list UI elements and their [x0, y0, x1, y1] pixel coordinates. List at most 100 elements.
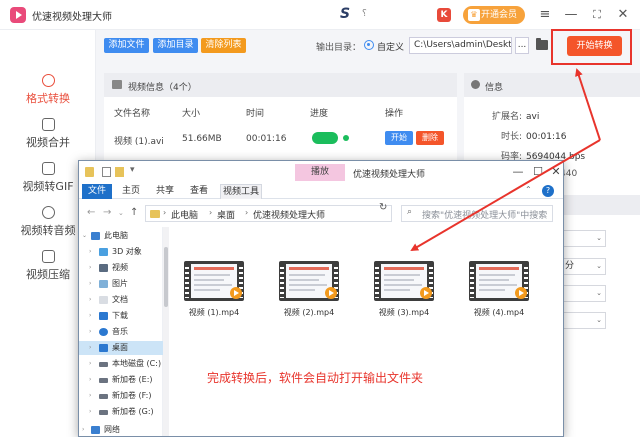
- tree-label: 网络: [104, 425, 120, 434]
- explorer-title: 优速视频处理大师: [353, 170, 426, 180]
- tree-item-drive-f[interactable]: › 新加卷 (F:): [79, 389, 163, 403]
- file-item-3[interactable]: 视频 (3).mp4: [364, 261, 444, 321]
- explorer-close-icon[interactable]: ✕: [549, 164, 563, 180]
- expand-arrow-icon[interactable]: ›: [89, 341, 91, 355]
- tree-item-drive-c[interactable]: › 本地磁盘 (C:): [79, 357, 163, 371]
- tree-item-downloads[interactable]: › 下载: [79, 309, 163, 323]
- k-badge-icon[interactable]: K: [437, 8, 451, 22]
- row-delete-button[interactable]: 删除: [416, 131, 444, 145]
- forward-icon[interactable]: →: [103, 207, 111, 218]
- explorer-minimize-icon[interactable]: —: [511, 164, 525, 180]
- clear-list-button[interactable]: 清除列表: [201, 38, 246, 53]
- maximize-icon[interactable]: ⛶: [588, 5, 606, 25]
- breadcrumb-desktop[interactable]: 桌面: [217, 208, 235, 221]
- vip-button[interactable]: ♛ 开通会员: [463, 6, 525, 24]
- expand-arrow-icon[interactable]: ›: [89, 357, 91, 371]
- expand-arrow-icon[interactable]: ›: [89, 245, 91, 259]
- tree-label: 新加卷 (G:): [112, 407, 154, 416]
- thumbnail-line: [194, 284, 232, 286]
- setting-select-4[interactable]: ⌄: [560, 312, 606, 329]
- file-item-4[interactable]: 视频 (4).mp4: [459, 261, 539, 321]
- expand-arrow-icon[interactable]: ›: [89, 389, 91, 403]
- expand-arrow-icon[interactable]: ›: [89, 309, 91, 323]
- start-convert-button[interactable]: 开始转换: [567, 36, 622, 56]
- setting-select-1[interactable]: ⌄: [560, 230, 606, 247]
- refresh-icon[interactable]: ↻: [379, 202, 387, 213]
- tree-item-drive-e[interactable]: › 新加卷 (E:): [79, 373, 163, 387]
- video-thumbnail: [374, 261, 434, 301]
- expand-arrow-icon[interactable]: ›: [82, 423, 84, 436]
- quick-folder-icon[interactable]: [85, 167, 94, 177]
- menu-icon[interactable]: ≡: [536, 5, 554, 25]
- tab-view[interactable]: 查看: [187, 184, 211, 199]
- sidebar-item-video-merge[interactable]: 视频合并: [0, 118, 96, 152]
- col-header-time: 时间: [246, 109, 265, 119]
- thumbnail-line: [479, 284, 517, 286]
- play-badge-icon: [325, 287, 337, 299]
- tab-home[interactable]: 主页: [119, 184, 143, 199]
- chevron-down-icon: ⌄: [596, 289, 602, 297]
- brand-s-icon: S: [340, 6, 351, 22]
- help-icon[interactable]: ?: [542, 185, 554, 197]
- tree-item-drive-g[interactable]: › 新加卷 (G:): [79, 405, 163, 419]
- file-name: 视频 (2).mp4: [283, 308, 335, 317]
- row-start-button[interactable]: 开始: [385, 131, 413, 145]
- tree-item-network[interactable]: › 网络: [79, 423, 163, 436]
- info-duration-label: 时长:: [501, 132, 523, 142]
- output-path-input[interactable]: C:\Users\admin\Desktop: [409, 37, 512, 54]
- quick-properties-icon[interactable]: [102, 167, 111, 177]
- brand-mark: ؟: [362, 9, 367, 19]
- tree-item-pictures[interactable]: › 图片: [79, 277, 163, 291]
- expand-arrow-icon[interactable]: ›: [89, 325, 91, 339]
- tree-item-3d[interactable]: › 3D 对象: [79, 245, 163, 259]
- recent-dropdown-icon[interactable]: ⌄: [118, 209, 124, 217]
- tab-share[interactable]: 共享: [153, 184, 177, 199]
- file-item-1[interactable]: 视频 (1).mp4: [174, 261, 254, 321]
- tree-item-documents[interactable]: › 文档: [79, 293, 163, 307]
- add-dir-button[interactable]: 添加目录: [153, 38, 198, 53]
- custom-radio[interactable]: [364, 40, 374, 50]
- file-item-2[interactable]: 视频 (2).mp4: [269, 261, 349, 321]
- setting-select-2[interactable]: 分 ⌄: [560, 258, 606, 275]
- info-ext-value: avi: [526, 112, 540, 122]
- minimize-icon[interactable]: —: [562, 5, 580, 25]
- thumbnail-line: [194, 289, 220, 291]
- back-icon[interactable]: ←: [87, 207, 95, 218]
- quick-access-dropdown-icon[interactable]: ▾: [130, 165, 135, 175]
- expand-arrow-icon[interactable]: ⌄: [82, 229, 87, 243]
- breadcrumb-folder[interactable]: 优速视频处理大师: [253, 208, 325, 221]
- expand-arrow-icon[interactable]: ›: [89, 277, 91, 291]
- info-title: 信息: [485, 83, 504, 93]
- close-icon[interactable]: ✕: [614, 5, 632, 25]
- tree-item-videos[interactable]: › 视频: [79, 261, 163, 275]
- tab-video-tools[interactable]: 视频工具: [220, 184, 262, 199]
- tree-item-desktop[interactable]: › 桌面: [79, 341, 163, 355]
- expand-arrow-icon[interactable]: ›: [89, 293, 91, 307]
- network-icon: [91, 426, 100, 434]
- address-box[interactable]: › 此电脑 › 桌面 › 优速视频处理大师 ⌄: [145, 205, 436, 222]
- explorer-maximize-icon[interactable]: ☐: [531, 164, 545, 180]
- up-icon[interactable]: ↑: [130, 207, 138, 218]
- ribbon-collapse-icon[interactable]: ⌃: [525, 185, 532, 194]
- add-file-button[interactable]: 添加文件: [104, 38, 149, 53]
- sidebar-item-format-convert[interactable]: 格式转换: [0, 74, 96, 108]
- output-dir-label: 输出目录：: [316, 43, 362, 53]
- expand-arrow-icon[interactable]: ›: [89, 405, 91, 419]
- browse-button[interactable]: ...: [515, 37, 529, 54]
- tab-file[interactable]: 文件: [82, 184, 112, 199]
- breadcrumb-pc[interactable]: 此电脑: [171, 208, 198, 221]
- tree-item-pc[interactable]: ⌄ 此电脑: [79, 229, 163, 243]
- search-input[interactable]: ⌕ 搜索"优速视频处理大师"中搜索: [401, 205, 553, 222]
- setting-select-3[interactable]: ⌄: [560, 285, 606, 302]
- expand-arrow-icon[interactable]: ›: [89, 373, 91, 387]
- video-thumbnail: [184, 261, 244, 301]
- quick-newfolder-icon[interactable]: [115, 167, 124, 177]
- open-folder-icon[interactable]: [536, 38, 548, 50]
- custom-radio-label: 自定义: [377, 43, 405, 53]
- thumbnail-line: [289, 279, 319, 281]
- setting-select-2-value: 分: [565, 261, 575, 271]
- tree-item-music[interactable]: › 音乐: [79, 325, 163, 339]
- sidebar-item-label: 视频合并: [26, 136, 70, 149]
- play-context-tab[interactable]: 播放: [295, 164, 345, 181]
- expand-arrow-icon[interactable]: ›: [89, 261, 91, 275]
